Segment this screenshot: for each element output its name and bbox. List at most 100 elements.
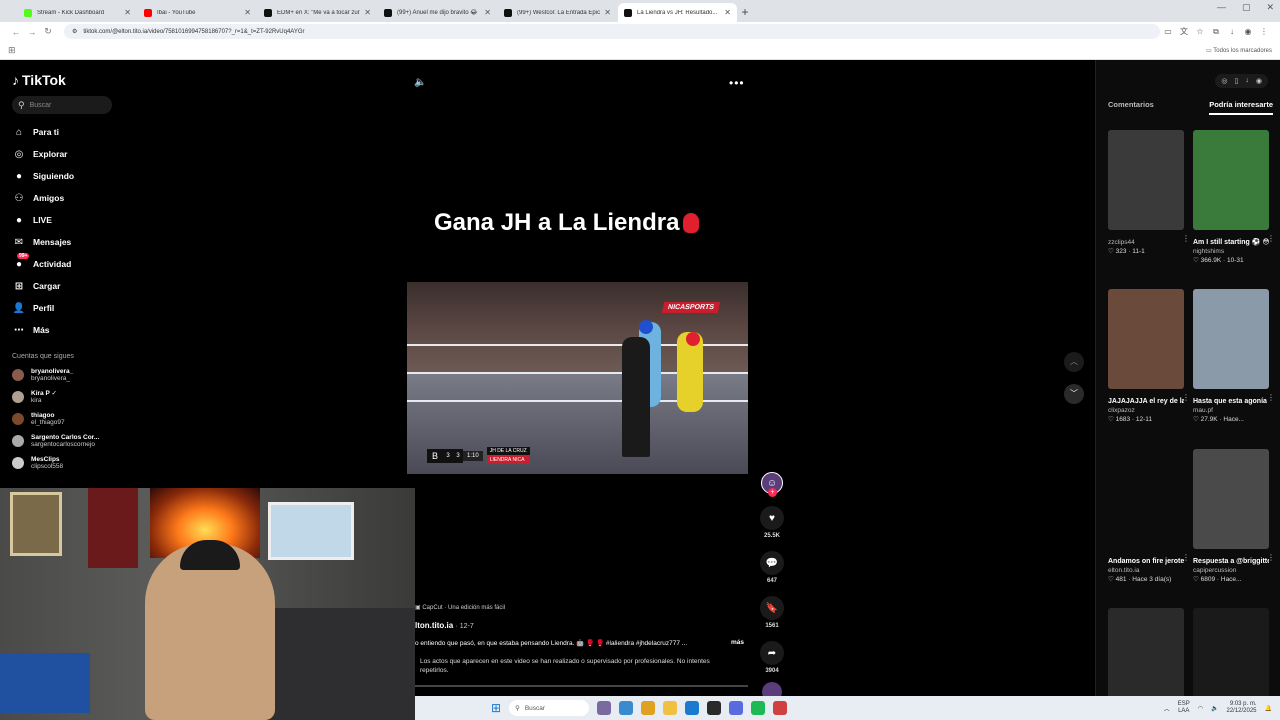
share-icon[interactable]: ➦	[760, 641, 784, 665]
chrome-icon[interactable]	[641, 701, 656, 715]
spotify-icon[interactable]	[751, 701, 766, 715]
apps-grid-icon[interactable]: ⊞	[8, 45, 16, 56]
video-thumbnail[interactable]	[1108, 289, 1184, 389]
file-explorer-icon[interactable]	[663, 701, 678, 715]
comment-icon[interactable]: 💬	[760, 551, 784, 575]
video-thumbnail[interactable]	[1193, 289, 1269, 389]
card-more-icon[interactable]: ⋮	[1182, 393, 1190, 402]
recommended-video-card[interactable]: Am I still starting ⚽️ 😳 #nightshi...nig…	[1193, 130, 1275, 264]
video-player[interactable]: NICASPORTS B 3 3 1:10 JH DE LA CRUZ LIEN…	[407, 282, 748, 474]
sidebar-item-live[interactable]: ● LIVE	[12, 209, 128, 231]
card-more-icon[interactable]: ⋮	[1267, 553, 1275, 562]
copilot-icon[interactable]	[619, 701, 634, 715]
sidebar-item-perfil[interactable]: 👤 Perfil	[12, 297, 128, 319]
close-tab-icon[interactable]: ✕	[484, 8, 491, 17]
card-more-icon[interactable]: ⋮	[1267, 234, 1275, 243]
recommended-video-card[interactable]: zzclips44 ♡ 323 · 11-1 ⋮	[1108, 130, 1190, 255]
windows-start-icon[interactable]: ⊞	[491, 701, 501, 715]
sidebar-item-siguiendo[interactable]: ● Siguiendo	[12, 165, 128, 187]
user-avatar[interactable]: ◉	[1256, 77, 1262, 85]
maximize-icon[interactable]: ▢	[1242, 2, 1251, 13]
translate-icon[interactable]: 文	[1176, 26, 1192, 37]
chevron-up-icon[interactable]: ︿	[1164, 704, 1170, 713]
tiktok-logo[interactable]: ♪ TikTok	[12, 72, 128, 88]
sidebar-item-cargar[interactable]: ⊞ Cargar	[12, 275, 128, 297]
back-icon[interactable]: ←	[8, 27, 24, 37]
recommended-video-card[interactable]: JAJAJAJJA el rey de la tinta...clixpazoz…	[1108, 289, 1190, 423]
notification-icon[interactable]: 🔔	[1265, 705, 1272, 712]
download-icon[interactable]: ↓	[1245, 77, 1249, 85]
discord-icon[interactable]	[729, 701, 744, 715]
edge-icon[interactable]	[685, 701, 700, 715]
close-tab-icon[interactable]: ✕	[724, 8, 731, 17]
sidebar-item-actividad[interactable]: ● 99+ Actividad	[12, 253, 128, 275]
card-more-icon[interactable]: ⋮	[1182, 553, 1190, 562]
sidebar-item-explorar[interactable]: ◎ Explorar	[12, 143, 128, 165]
browser-tab[interactable]: (99+) Anuel me dijo bravito 😂 ✕	[378, 3, 497, 22]
creator-avatar[interactable]: ☺ +	[761, 472, 783, 497]
video-thumbnail[interactable]	[1108, 130, 1184, 230]
close-tab-icon[interactable]: ✕	[364, 8, 371, 17]
url-field[interactable]: ⚙ tiktok.com/@elton.tito.ia/video/758101…	[64, 24, 1160, 39]
app-icon[interactable]	[773, 701, 788, 715]
sidebar-item-para-ti[interactable]: ⌂ Para ti	[12, 121, 128, 143]
compass-icon[interactable]: ◎	[1221, 77, 1227, 85]
followed-account[interactable]: Sargento Carlos Cor... sargentocarloscorn…	[12, 430, 128, 452]
obs-icon[interactable]	[707, 701, 722, 715]
video-progress-bar[interactable]	[415, 685, 748, 687]
volume-icon[interactable]: 🔈	[414, 77, 426, 88]
cast-icon[interactable]: ▭	[1160, 27, 1176, 36]
close-tab-icon[interactable]: ✕	[604, 8, 611, 17]
bookmark-star-icon[interactable]: ☆	[1192, 27, 1208, 36]
followed-account[interactable]: Kira P ✓ kira	[12, 386, 128, 408]
close-tab-icon[interactable]: ✕	[124, 8, 131, 17]
recommended-video-card[interactable]: Hasta que esta agonía se le olvi...mau.p…	[1193, 289, 1275, 423]
all-bookmarks-link[interactable]: ▭ Todos los marcadores	[1206, 47, 1272, 54]
tab-recommended[interactable]: Podría interesarte	[1209, 100, 1273, 115]
sidebar-item-amigos[interactable]: ⚇ Amigos	[12, 187, 128, 209]
video-thumbnail[interactable]	[1193, 608, 1269, 708]
reload-icon[interactable]: ↻	[40, 26, 56, 37]
downloads-icon[interactable]: ↓	[1224, 27, 1240, 36]
browser-tab[interactable]: Stream - Kick Dashboard ✕	[18, 3, 137, 22]
profile-icon[interactable]: ◉	[1240, 27, 1256, 36]
language-indicator[interactable]: ESP LAA	[1178, 701, 1190, 715]
forward-icon[interactable]: →	[24, 27, 40, 37]
card-more-icon[interactable]: ⋮	[1182, 234, 1190, 243]
extensions-icon[interactable]: ⧉	[1208, 27, 1224, 37]
close-tab-icon[interactable]: ✕	[244, 8, 251, 17]
followed-account[interactable]: thiagoo el_thiago97	[12, 408, 128, 430]
video-thumbnail[interactable]	[1193, 130, 1269, 230]
browser-tab[interactable]: La Liendra vs JH: Resultado... ✕	[618, 3, 737, 22]
recommended-video-card[interactable]: Respuesta a @briggitte.bazur...capipercu…	[1193, 449, 1275, 583]
heart-icon[interactable]: ♥	[760, 506, 784, 530]
browser-tab[interactable]: Ibai - YouTube ✕	[138, 3, 257, 22]
menu-icon[interactable]: ⋮	[1256, 27, 1272, 36]
taskbar-search[interactable]: ⚲ Buscar	[509, 700, 590, 716]
video-thumbnail[interactable]	[1108, 608, 1184, 708]
video-author[interactable]: lton.tito.ia · 12-7	[415, 621, 474, 630]
video-thumbnail[interactable]	[1108, 449, 1184, 549]
task-view-icon[interactable]	[597, 701, 612, 715]
speaker-icon[interactable]: 🔈	[1211, 705, 1218, 712]
minimize-icon[interactable]: —	[1217, 2, 1226, 13]
sidebar-item-mensajes[interactable]: ✉ Mensajes	[12, 231, 128, 253]
new-tab-button[interactable]: +	[738, 3, 752, 22]
sidebar-item-más[interactable]: ⋯ Más	[12, 319, 128, 341]
capcut-label[interactable]: ▣ CapCut · Una edición más fácil	[415, 604, 505, 611]
next-video-button[interactable]: ﹀	[1064, 384, 1084, 404]
bookmark-icon[interactable]: 🔖	[760, 596, 784, 620]
card-more-icon[interactable]: ⋮	[1267, 393, 1275, 402]
recommended-video-card[interactable]: Andamos on fire jerote jerota 😂 ...elton…	[1108, 449, 1190, 583]
close-window-icon[interactable]: ✕	[1266, 2, 1274, 13]
browser-tab[interactable]: (99+) Westcol: La Entrada Épica... ✕	[498, 3, 617, 22]
previous-video-button[interactable]: ︿	[1064, 352, 1084, 372]
followed-account[interactable]: bryanolivera_ bryanolivera_	[12, 364, 128, 386]
phone-icon[interactable]: ▯	[1235, 77, 1239, 85]
video-thumbnail[interactable]	[1193, 449, 1269, 549]
taskbar-clock[interactable]: 9:03 p. m. 22/12/2025	[1226, 701, 1256, 715]
browser-tab[interactable]: EDM+ en X: "Me va a tocar zur... ✕	[258, 3, 377, 22]
follow-plus-icon[interactable]: +	[768, 488, 777, 497]
more-options-icon[interactable]: •••	[729, 76, 745, 90]
followed-account[interactable]: MesClips clipscol558	[12, 452, 128, 474]
